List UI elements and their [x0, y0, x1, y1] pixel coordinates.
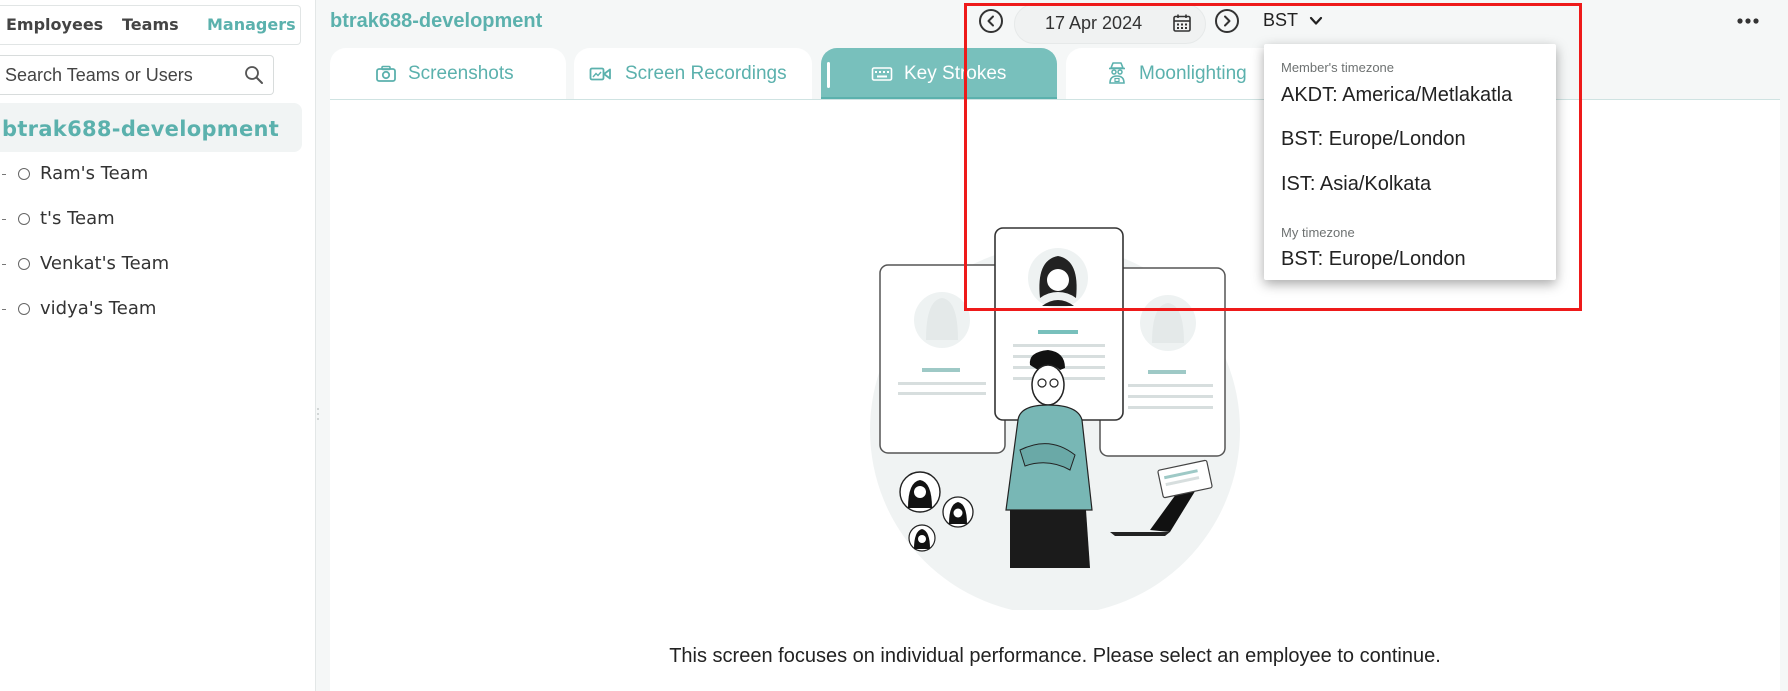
tree-connector [2, 309, 6, 310]
calendar-icon[interactable] [1172, 13, 1192, 33]
video-camera-icon [589, 67, 611, 81]
page-title: btrak688-development [330, 10, 543, 32]
tree-connector [2, 219, 6, 220]
search-icon[interactable] [243, 64, 265, 86]
org-item[interactable]: btrak688-development [0, 103, 302, 152]
tab-label: Moonlighting [1139, 63, 1247, 84]
tab-key-strokes[interactable]: Key Strokes [821, 48, 1057, 100]
search-box [0, 55, 274, 95]
timezone-option[interactable]: IST: Asia/Kolkata [1281, 173, 1431, 196]
next-date-button[interactable] [1215, 9, 1239, 33]
tree-connector [2, 264, 6, 265]
tab-screenshots[interactable]: Screenshots [330, 48, 566, 100]
team-label: vidya's Team [40, 298, 157, 319]
team-item[interactable]: t's Team [0, 205, 280, 235]
keyboard-icon [871, 67, 893, 81]
tab-label: Screen Recordings [625, 63, 787, 84]
team-item[interactable]: vidya's Team [0, 295, 280, 325]
tab-bar: Screenshots Screen Recordings Key Stroke… [330, 48, 1780, 100]
timezone-dropdown-menu: Member's timezone AKDT: America/Metlakat… [1264, 44, 1556, 280]
chevron-left-icon [987, 15, 994, 27]
timezone-option[interactable]: BST: Europe/London [1281, 248, 1466, 271]
main-panel: This screen focuses on individual perfor… [330, 100, 1780, 691]
team-item[interactable]: Venkat's Team [0, 250, 280, 280]
tab-screen-recordings[interactable]: Screen Recordings [574, 48, 812, 100]
radio-icon[interactable] [18, 258, 30, 270]
camera-icon [376, 65, 396, 82]
radio-icon[interactable] [18, 168, 30, 180]
date-picker[interactable]: 17 Apr 2024 [1014, 4, 1206, 44]
radio-icon[interactable] [18, 213, 30, 225]
tree-connector [2, 174, 6, 175]
selected-date: 17 Apr 2024 [1045, 13, 1143, 33]
previous-date-button[interactable] [979, 9, 1003, 33]
timezone-option[interactable]: AKDT: America/Metlakatla [1281, 84, 1512, 107]
member-timezone-label: Member's timezone [1281, 60, 1395, 75]
org-name: btrak688-development [2, 117, 280, 141]
timezone-select[interactable]: BST [1263, 10, 1323, 31]
team-label: Ram's Team [40, 163, 149, 184]
sidebar-resize-handle[interactable] [316, 405, 320, 427]
more-options-icon[interactable] [1737, 17, 1759, 25]
team-item[interactable]: Ram's Team [0, 160, 280, 190]
radio-icon[interactable] [18, 303, 30, 315]
search-input[interactable] [3, 64, 232, 87]
sidebar-tab-managers[interactable]: Managers [207, 15, 296, 34]
empty-state-message: This screen focuses on individual perfor… [669, 645, 1441, 667]
chevron-down-icon [1309, 17, 1322, 25]
timezone-value: BST [1263, 10, 1298, 30]
tab-label: Key Strokes [904, 63, 1007, 84]
tab-label: Screenshots [408, 63, 514, 84]
chevron-right-icon [1224, 15, 1231, 27]
team-label: t's Team [40, 208, 115, 229]
sidebar: Employees Teams Managers btrak688-develo… [0, 0, 316, 691]
timezone-option[interactable]: BST: Europe/London [1281, 128, 1466, 151]
team-label: Venkat's Team [40, 253, 170, 274]
select-employee-illustration [870, 227, 1240, 610]
sidebar-tab-teams[interactable]: Teams [122, 15, 179, 34]
sidebar-tabs: Employees Teams Managers [0, 5, 301, 45]
my-timezone-label: My timezone [1281, 225, 1355, 240]
spy-icon [1109, 62, 1125, 84]
sidebar-tab-employees[interactable]: Employees [6, 15, 103, 34]
